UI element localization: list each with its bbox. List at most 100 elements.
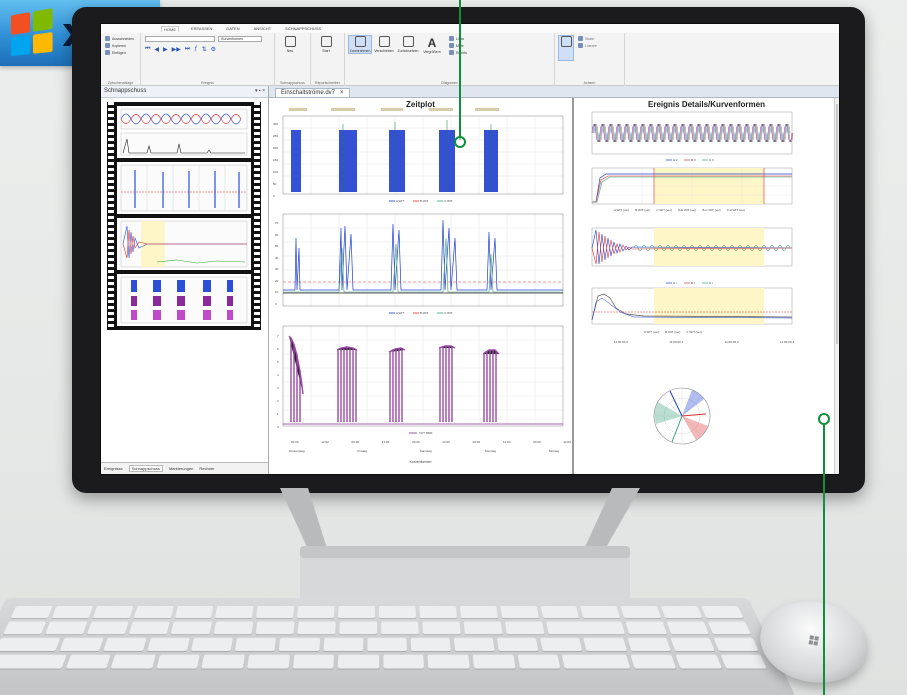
legend-b-b: B V: [691, 158, 696, 162]
event-type-select[interactable]: Kurvenformen: [218, 36, 262, 42]
details-panel-b: [591, 167, 793, 205]
workspace: Schnappschuss ▾ ▪ × Ereignisse Schnappsc…: [101, 86, 839, 474]
tab-ansicht[interactable]: ANSICHT: [252, 26, 274, 31]
snapshot-thumbnail-2[interactable]: [117, 162, 251, 214]
sort-icon[interactable]: ⇅: [202, 46, 207, 53]
align-buttons: Links Mitte Rechts: [449, 36, 467, 57]
zeitplot-x-times: 00:00 12:00 00:00 12:00 00:00 12:00 00:00 12:00…: [291, 440, 571, 444]
filter-icon[interactable]: ƒ: [194, 46, 197, 53]
mouse-logo-icon: [808, 635, 819, 646]
filmstrip: [107, 102, 261, 330]
scissors-icon: [105, 36, 110, 41]
legend-panel1-c: C WIT: [444, 199, 453, 203]
tab-daten[interactable]: DATEN: [224, 26, 241, 31]
scale-button[interactable]: Skala: [578, 36, 597, 41]
thumbnail-chart: [120, 276, 248, 324]
last-event-icon[interactable]: ⏭: [185, 46, 190, 53]
align-center-button[interactable]: Mitte: [449, 43, 467, 48]
event-details-panel: Ereignis Details/Kurvenformen A V B V C …: [574, 98, 839, 474]
tab-erfassen[interactable]: ERFASSEN: [189, 26, 214, 31]
zeitplot-chart: [282, 108, 564, 434]
thumbnail-chart: [120, 108, 248, 156]
font-size-icon: A: [427, 36, 437, 50]
group-label: Reportschreiber: [315, 81, 340, 85]
reset-icon: [402, 36, 414, 47]
play-icon[interactable]: ▶: [163, 46, 168, 53]
tab-schnappschuss-panel[interactable]: Schnappschuss: [128, 465, 163, 472]
details-panel-d: [591, 287, 793, 325]
callout-line-right: [823, 424, 825, 695]
callout-dot-top: [454, 136, 466, 148]
tab-schnappschuss[interactable]: SCHNAPPSCHUSS: [283, 26, 323, 31]
zeitplot-panel-2: [282, 213, 564, 307]
zeitplot-panel-3: [282, 325, 564, 427]
group-label: Schnappschuss: [280, 81, 305, 85]
legend-panel1-a: A WIT: [396, 199, 405, 203]
scrollbar-thumb[interactable]: [836, 104, 838, 344]
tab-ereignisse[interactable]: Ereignisse: [104, 466, 123, 471]
legend-panel1-b: B WIT: [420, 199, 429, 203]
axes-icon: [560, 36, 572, 47]
panel1-yticks: 300 250 200 150 100 50 0: [273, 122, 279, 198]
copy-button[interactable]: Kopieren: [105, 43, 136, 48]
details-panel-c: [591, 227, 793, 267]
snapshot-thumbnail-1[interactable]: [117, 106, 251, 158]
linear-button[interactable]: Lineare: [578, 43, 597, 48]
close-tab-icon[interactable]: ×: [340, 90, 344, 96]
group-reportschreiber: Start Reportschreiber: [311, 33, 345, 86]
axes-view-button[interactable]: [558, 35, 574, 61]
document-body: Zeitplot A WIT B WIT C WIT A WIT B WIT C…: [269, 98, 839, 474]
snapshot-thumbnail-3[interactable]: [117, 218, 251, 270]
keyboard: [0, 598, 797, 695]
prev-event-icon[interactable]: ◀: [154, 46, 159, 53]
align-right-button[interactable]: Rechts: [449, 50, 467, 55]
thumbnail-chart: [120, 164, 248, 212]
paste-button[interactable]: Einfügen: [105, 50, 136, 55]
settings-icon[interactable]: ⚙: [211, 46, 216, 53]
reset-button[interactable]: Zurücksetzen: [397, 36, 419, 53]
monitor: HOME ERFASSEN DATEN ANSICHT SCHNAPPSCHUS…: [72, 7, 865, 493]
legend-panel3: TOT RMS: [419, 431, 433, 435]
zeitplot-panel: Zeitplot A WIT B WIT C WIT A WIT B WIT C…: [269, 98, 574, 474]
camera-icon: [284, 36, 296, 47]
panel2-yticks: 70 60 50 40 30 20 10 0: [275, 221, 279, 306]
tab-rechner[interactable]: Rechner: [199, 466, 214, 471]
legend-panel2-a: A WIT: [396, 311, 405, 315]
next-event-icon[interactable]: ▶▶: [172, 46, 181, 53]
tab-home[interactable]: HOME: [161, 25, 179, 32]
enlarge-button[interactable]: A Vergrößern: [421, 36, 443, 54]
axes-options: Skala Lineare: [578, 36, 597, 50]
legend-b-c: C V: [709, 158, 715, 162]
legend-panel2-b: B WIT: [420, 311, 429, 315]
group-label: Zwischenablage: [107, 81, 134, 85]
panel-controls-icon[interactable]: ▾ ▪ ×: [255, 88, 265, 95]
new-snapshot-button[interactable]: Neu: [279, 36, 301, 53]
document-tab[interactable]: Einschaltströme.dv7 ×: [275, 88, 350, 97]
windows-logo-icon: [10, 8, 53, 57]
legend-d-a: A I: [673, 281, 677, 285]
callout-dot-right: [818, 413, 830, 425]
legend-d-c: C I: [709, 281, 713, 285]
event-navigation: ⏮ ◀ ▶ ▶▶ ⏭ ƒ ⇅ ⚙: [145, 46, 270, 53]
group-label: Achsen: [583, 81, 596, 85]
snapshot-thumbnail-4[interactable]: [117, 274, 251, 326]
vertical-scrollbar[interactable]: [834, 98, 839, 474]
pan-button[interactable]: Verschieben: [373, 36, 395, 53]
legend-b-a: A V: [673, 158, 678, 162]
cut-button[interactable]: Ausschneiden: [105, 36, 136, 41]
details-x-ticks: 11:00:00,0 11:00:00,1 11:00:00,2 11:00:00,3: [614, 340, 794, 344]
document-tab-label: Einschaltströme.dv7: [281, 90, 336, 96]
report-icon: [320, 36, 332, 47]
group-diagramm: Zoomrahmen Verschieben Zurücksetzen A Ver…: [345, 33, 555, 86]
align-left-button[interactable]: Links: [449, 36, 467, 41]
zeitplot-x-days: Donnerstag Freitag Samstag Sonntag Montag: [289, 449, 559, 453]
event-time-field[interactable]: [145, 36, 215, 42]
legend-d-b: B I: [691, 281, 695, 285]
phasor-diagram: [653, 387, 711, 445]
snapshot-panel: Schnappschuss ▾ ▪ × Ereignisse Schnappsc…: [101, 86, 269, 474]
tab-markierungen[interactable]: Markierungen: [169, 466, 193, 471]
first-event-icon[interactable]: ⏮: [145, 46, 150, 53]
report-start-button[interactable]: Start: [315, 36, 337, 53]
zoom-frame-button[interactable]: Zoomrahmen: [348, 35, 372, 54]
app-window: HOME ERFASSEN DATEN ANSICHT SCHNAPPSCHUS…: [100, 23, 840, 475]
